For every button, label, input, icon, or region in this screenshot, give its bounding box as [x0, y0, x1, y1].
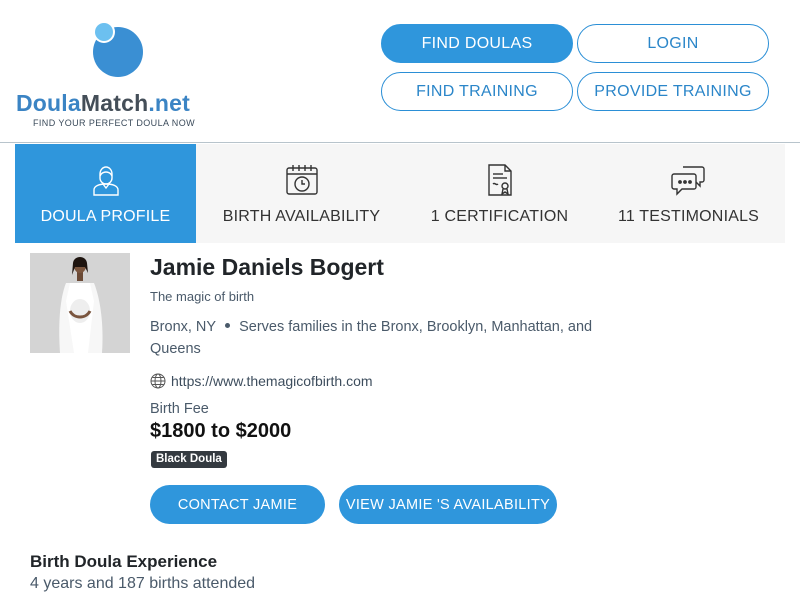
logo-word-net: .net	[148, 90, 191, 116]
experience-heading: Birth Doula Experience	[30, 552, 218, 571]
find-training-button[interactable]: FIND TRAINING	[381, 72, 573, 111]
doula-person-icon	[92, 166, 119, 196]
tab-label: BIRTH AVAILABILITY	[222, 208, 381, 225]
logo-word-doula: Doula	[16, 90, 81, 116]
doula-location: Bronx, NY Serves families in the Bronx, B…	[150, 316, 620, 360]
doula-photo	[30, 253, 130, 353]
calendar-clock-icon	[285, 165, 318, 195]
tab-doula-profile[interactable]: DOULA PROFILE	[15, 144, 196, 243]
location-serves: Serves families in the Bronx, Brooklyn, …	[150, 319, 593, 357]
logo-word-match: Match	[80, 90, 149, 116]
experience-value: 4 years and 187 births attended	[30, 575, 256, 592]
tab-label: 11 TESTIMONIALS	[617, 208, 760, 225]
site-header: DoulaMatch.net FIND YOUR PERFECT DOULA N…	[0, 0, 800, 143]
birth-fee-value: $1800 to $2000	[150, 420, 292, 442]
view-availability-button[interactable]: VIEW JAMIE 'S AVAILABILITY	[339, 485, 557, 524]
location-city: Bronx, NY	[150, 319, 217, 335]
tab-birth-availability[interactable]: BIRTH AVAILABILITY	[196, 144, 407, 243]
doula-name: Jamie Daniels Bogert	[150, 254, 384, 280]
provide-training-button[interactable]: PROVIDE TRAINING	[577, 72, 769, 111]
certificate-icon	[487, 164, 512, 196]
separator-dot	[225, 323, 231, 329]
globe-icon	[150, 373, 166, 389]
birth-fee-label: Birth Fee	[150, 401, 209, 417]
find-doulas-button[interactable]: FIND DOULAS	[381, 24, 573, 63]
doula-website-link[interactable]: https://www.themagicofbirth.com	[150, 373, 373, 389]
tab-testimonials[interactable]: 11 TESTIMONIALS	[592, 144, 785, 243]
profile-tabs: DOULA PROFILE BIRTH AVAILABILITY 1 CERTI…	[15, 144, 785, 243]
tab-certification[interactable]: 1 CERTIFICATION	[407, 144, 592, 243]
chat-bubbles-icon	[670, 166, 705, 196]
contact-jamie-button[interactable]: CONTACT JAMIE	[150, 485, 325, 524]
site-logo[interactable]: DoulaMatch.net FIND YOUR PERFECT DOULA N…	[16, 10, 216, 135]
logo-tagline: FIND YOUR PERFECT DOULA NOW	[33, 118, 195, 128]
tab-label: DOULA PROFILE	[40, 208, 171, 225]
doula-tagline: The magic of birth	[150, 289, 255, 304]
website-url[interactable]: https://www.themagicofbirth.com	[171, 373, 373, 389]
tab-label: 1 CERTIFICATION	[430, 208, 569, 225]
logo-wordmark: DoulaMatch.net	[16, 90, 190, 117]
login-button[interactable]: LOGIN	[577, 24, 769, 63]
black-doula-badge: Black Doula	[151, 451, 227, 468]
logo-mark-icon	[93, 21, 143, 77]
